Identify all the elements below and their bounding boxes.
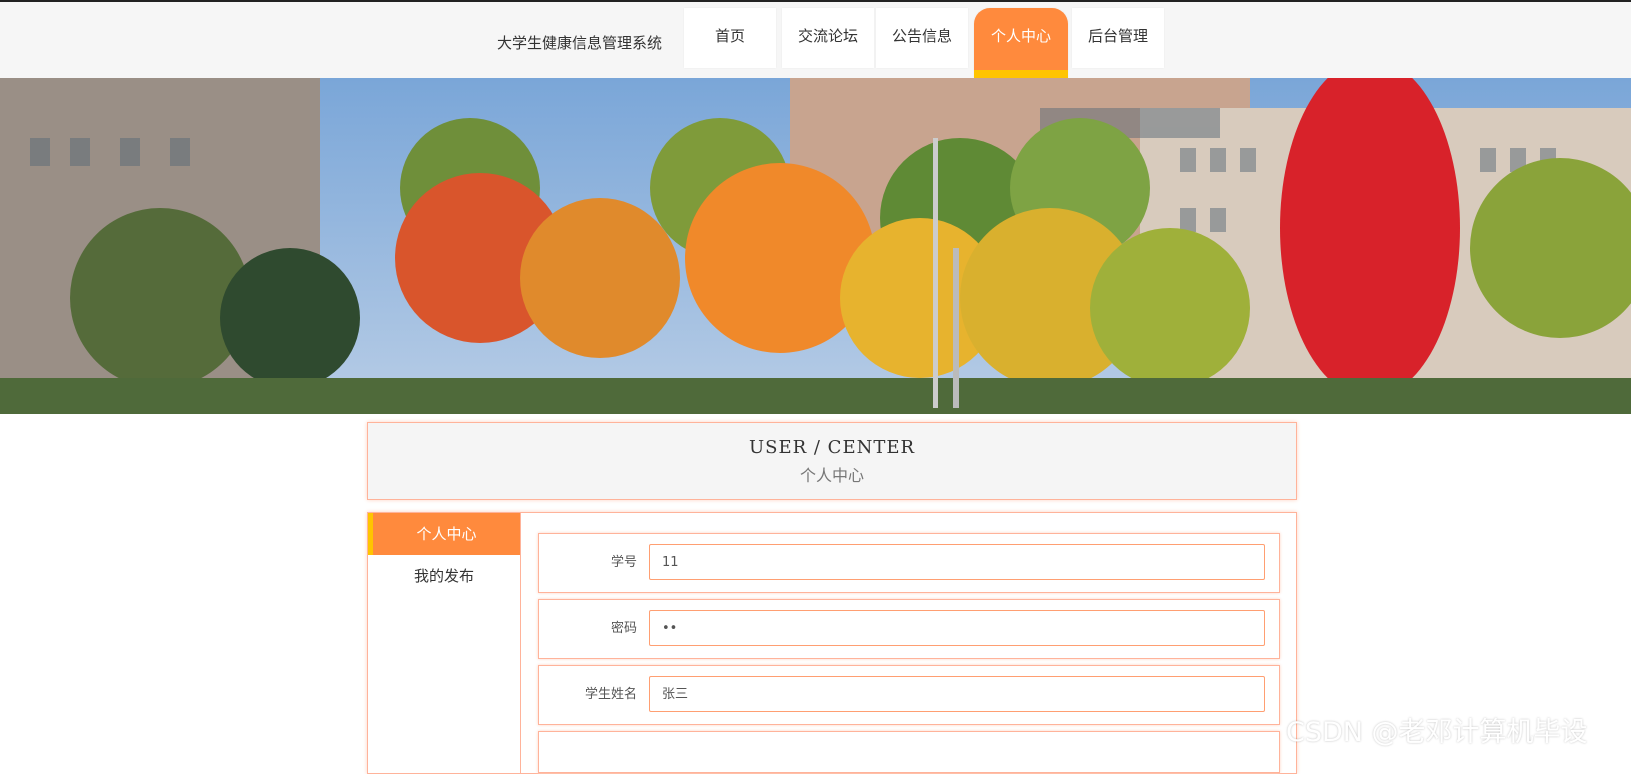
field-label: 学生姓名 <box>584 687 637 702</box>
banner-carousel[interactable] <box>0 78 1631 414</box>
app-title: 大学生健康信息管理系统 <box>497 34 663 52</box>
form-row-student-id: 学号 11 <box>538 533 1280 593</box>
form-row-password: 密码 •• <box>538 599 1280 659</box>
nav-admin[interactable]: 后台管理 <box>1072 8 1164 68</box>
student-id-input[interactable]: 11 <box>649 544 1265 580</box>
page-title-box: USER / CENTER 个人中心 <box>367 422 1297 500</box>
csdn-watermark: CSDN @老邓计算机毕设 <box>1286 717 1588 748</box>
page-title-cn: 个人中心 <box>799 466 864 485</box>
sidebar-item-my-posts[interactable]: 我的发布 <box>368 555 520 597</box>
campus-banner-image <box>0 78 1631 414</box>
field-label: 学号 <box>610 555 637 570</box>
page-title-en: USER / CENTER <box>748 437 916 458</box>
user-center-panel: 个人中心 我的发布 学号 11 密码 •• 学生姓名 张三 <box>367 512 1297 774</box>
sidebar: 个人中心 我的发布 <box>368 513 521 773</box>
top-navbar: 大学生健康信息管理系统 首页 交流论坛 公告信息 个人中心 后台管理 <box>0 0 1631 78</box>
form-row-student-name: 学生姓名 张三 <box>538 665 1280 725</box>
nav-user-center[interactable]: 个人中心 <box>974 8 1068 78</box>
nav-home[interactable]: 首页 <box>684 8 776 68</box>
nav-forum[interactable]: 交流论坛 <box>782 8 874 68</box>
sidebar-item-user-center[interactable]: 个人中心 <box>368 513 520 555</box>
nav-notices[interactable]: 公告信息 <box>876 8 968 68</box>
password-input[interactable]: •• <box>649 610 1265 646</box>
student-name-input[interactable]: 张三 <box>649 676 1265 712</box>
field-label: 密码 <box>610 621 637 636</box>
form-row-next <box>538 731 1280 773</box>
